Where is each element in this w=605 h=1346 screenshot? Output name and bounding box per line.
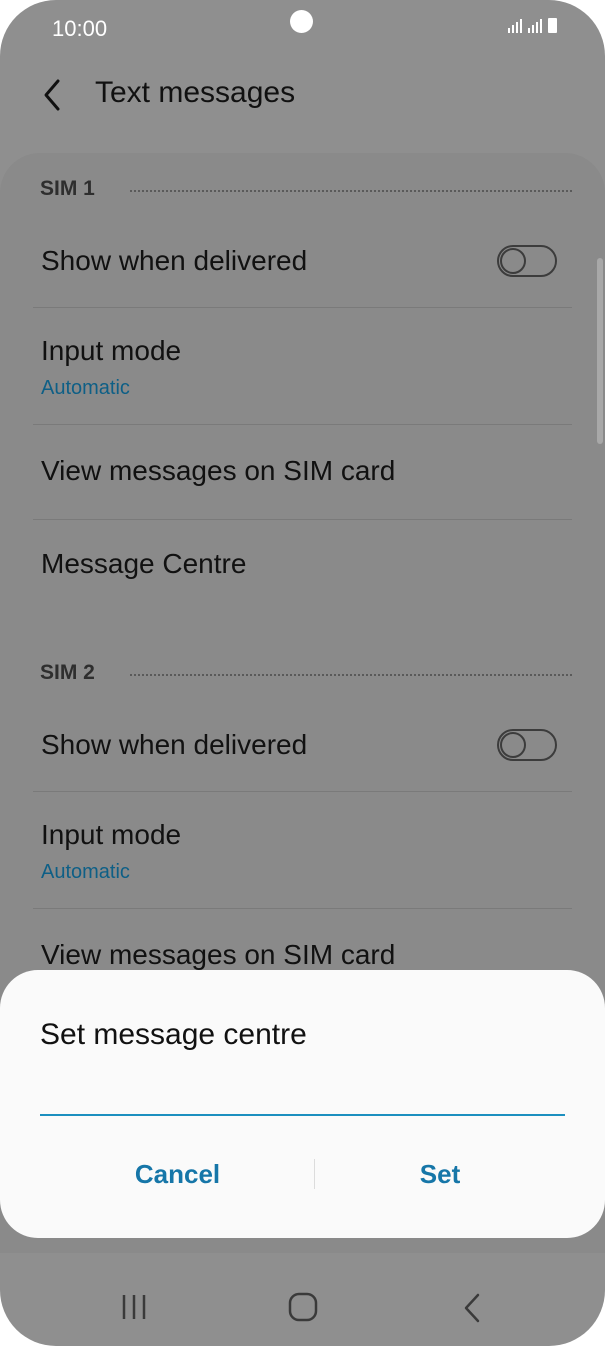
cancel-button[interactable]: Cancel	[40, 1152, 315, 1196]
sim2-section-header: SIM 2	[40, 661, 572, 691]
status-bar: 10:00	[0, 0, 605, 56]
sim2-input-mode-label: Input mode	[41, 819, 182, 850]
sim1-input-mode-row[interactable]: Input mode Automatic	[0, 308, 605, 424]
sim2-input-mode-value: Automatic	[41, 861, 130, 883]
sim2-show-when-delivered-label: Show when delivered	[41, 729, 308, 760]
signal-sim1-icon	[508, 19, 522, 33]
section-divider	[130, 674, 572, 676]
phone-screen: 10:00 Text messages SIM 1 Show when deli…	[0, 0, 605, 1346]
signal-sim2-icon	[528, 19, 542, 33]
section-divider	[130, 190, 572, 192]
navigation-bar	[0, 1270, 605, 1346]
sim1-input-mode-value: Automatic	[41, 377, 130, 399]
toggle-knob	[500, 732, 526, 758]
sim2-delivery-toggle[interactable]	[497, 729, 557, 761]
page-title: Text messages	[95, 76, 296, 109]
sim1-input-mode-label: Input mode	[41, 335, 182, 366]
sim1-section-label: SIM 1	[40, 177, 95, 200]
sim1-view-messages-label: View messages on SIM card	[41, 455, 396, 486]
sim1-message-centre-label: Message Centre	[41, 548, 247, 579]
sim2-input-mode-row[interactable]: Input mode Automatic	[0, 792, 605, 908]
sim2-section-label: SIM 2	[40, 661, 95, 684]
sim1-show-when-delivered-row[interactable]: Show when delivered	[0, 215, 605, 307]
sim2-view-messages-label: View messages on SIM card	[41, 939, 396, 970]
app-header: Text messages	[0, 60, 605, 130]
chevron-left-icon[interactable]	[40, 77, 68, 113]
sim1-message-centre-row[interactable]: Message Centre	[0, 520, 605, 610]
set-message-centre-dialog: Set message centre Cancel Set	[0, 970, 605, 1238]
set-button[interactable]: Set	[315, 1152, 565, 1196]
back-icon[interactable]	[461, 1292, 483, 1324]
sim1-show-when-delivered-label: Show when delivered	[41, 245, 308, 276]
sim1-delivery-toggle[interactable]	[497, 245, 557, 277]
scrollbar[interactable]	[597, 258, 603, 444]
sim2-show-when-delivered-row[interactable]: Show when delivered	[0, 699, 605, 791]
front-camera	[290, 10, 313, 33]
battery-icon	[548, 18, 557, 33]
sim1-view-messages-row[interactable]: View messages on SIM card	[0, 425, 605, 519]
home-icon[interactable]	[288, 1292, 318, 1322]
dialog-title: Set message centre	[40, 1018, 307, 1051]
sim1-section-header: SIM 1	[40, 177, 572, 207]
message-centre-input[interactable]	[40, 1080, 565, 1116]
toggle-knob	[500, 248, 526, 274]
status-time: 10:00	[52, 16, 108, 41]
recent-apps-icon[interactable]	[120, 1292, 148, 1322]
status-icons	[508, 18, 557, 33]
